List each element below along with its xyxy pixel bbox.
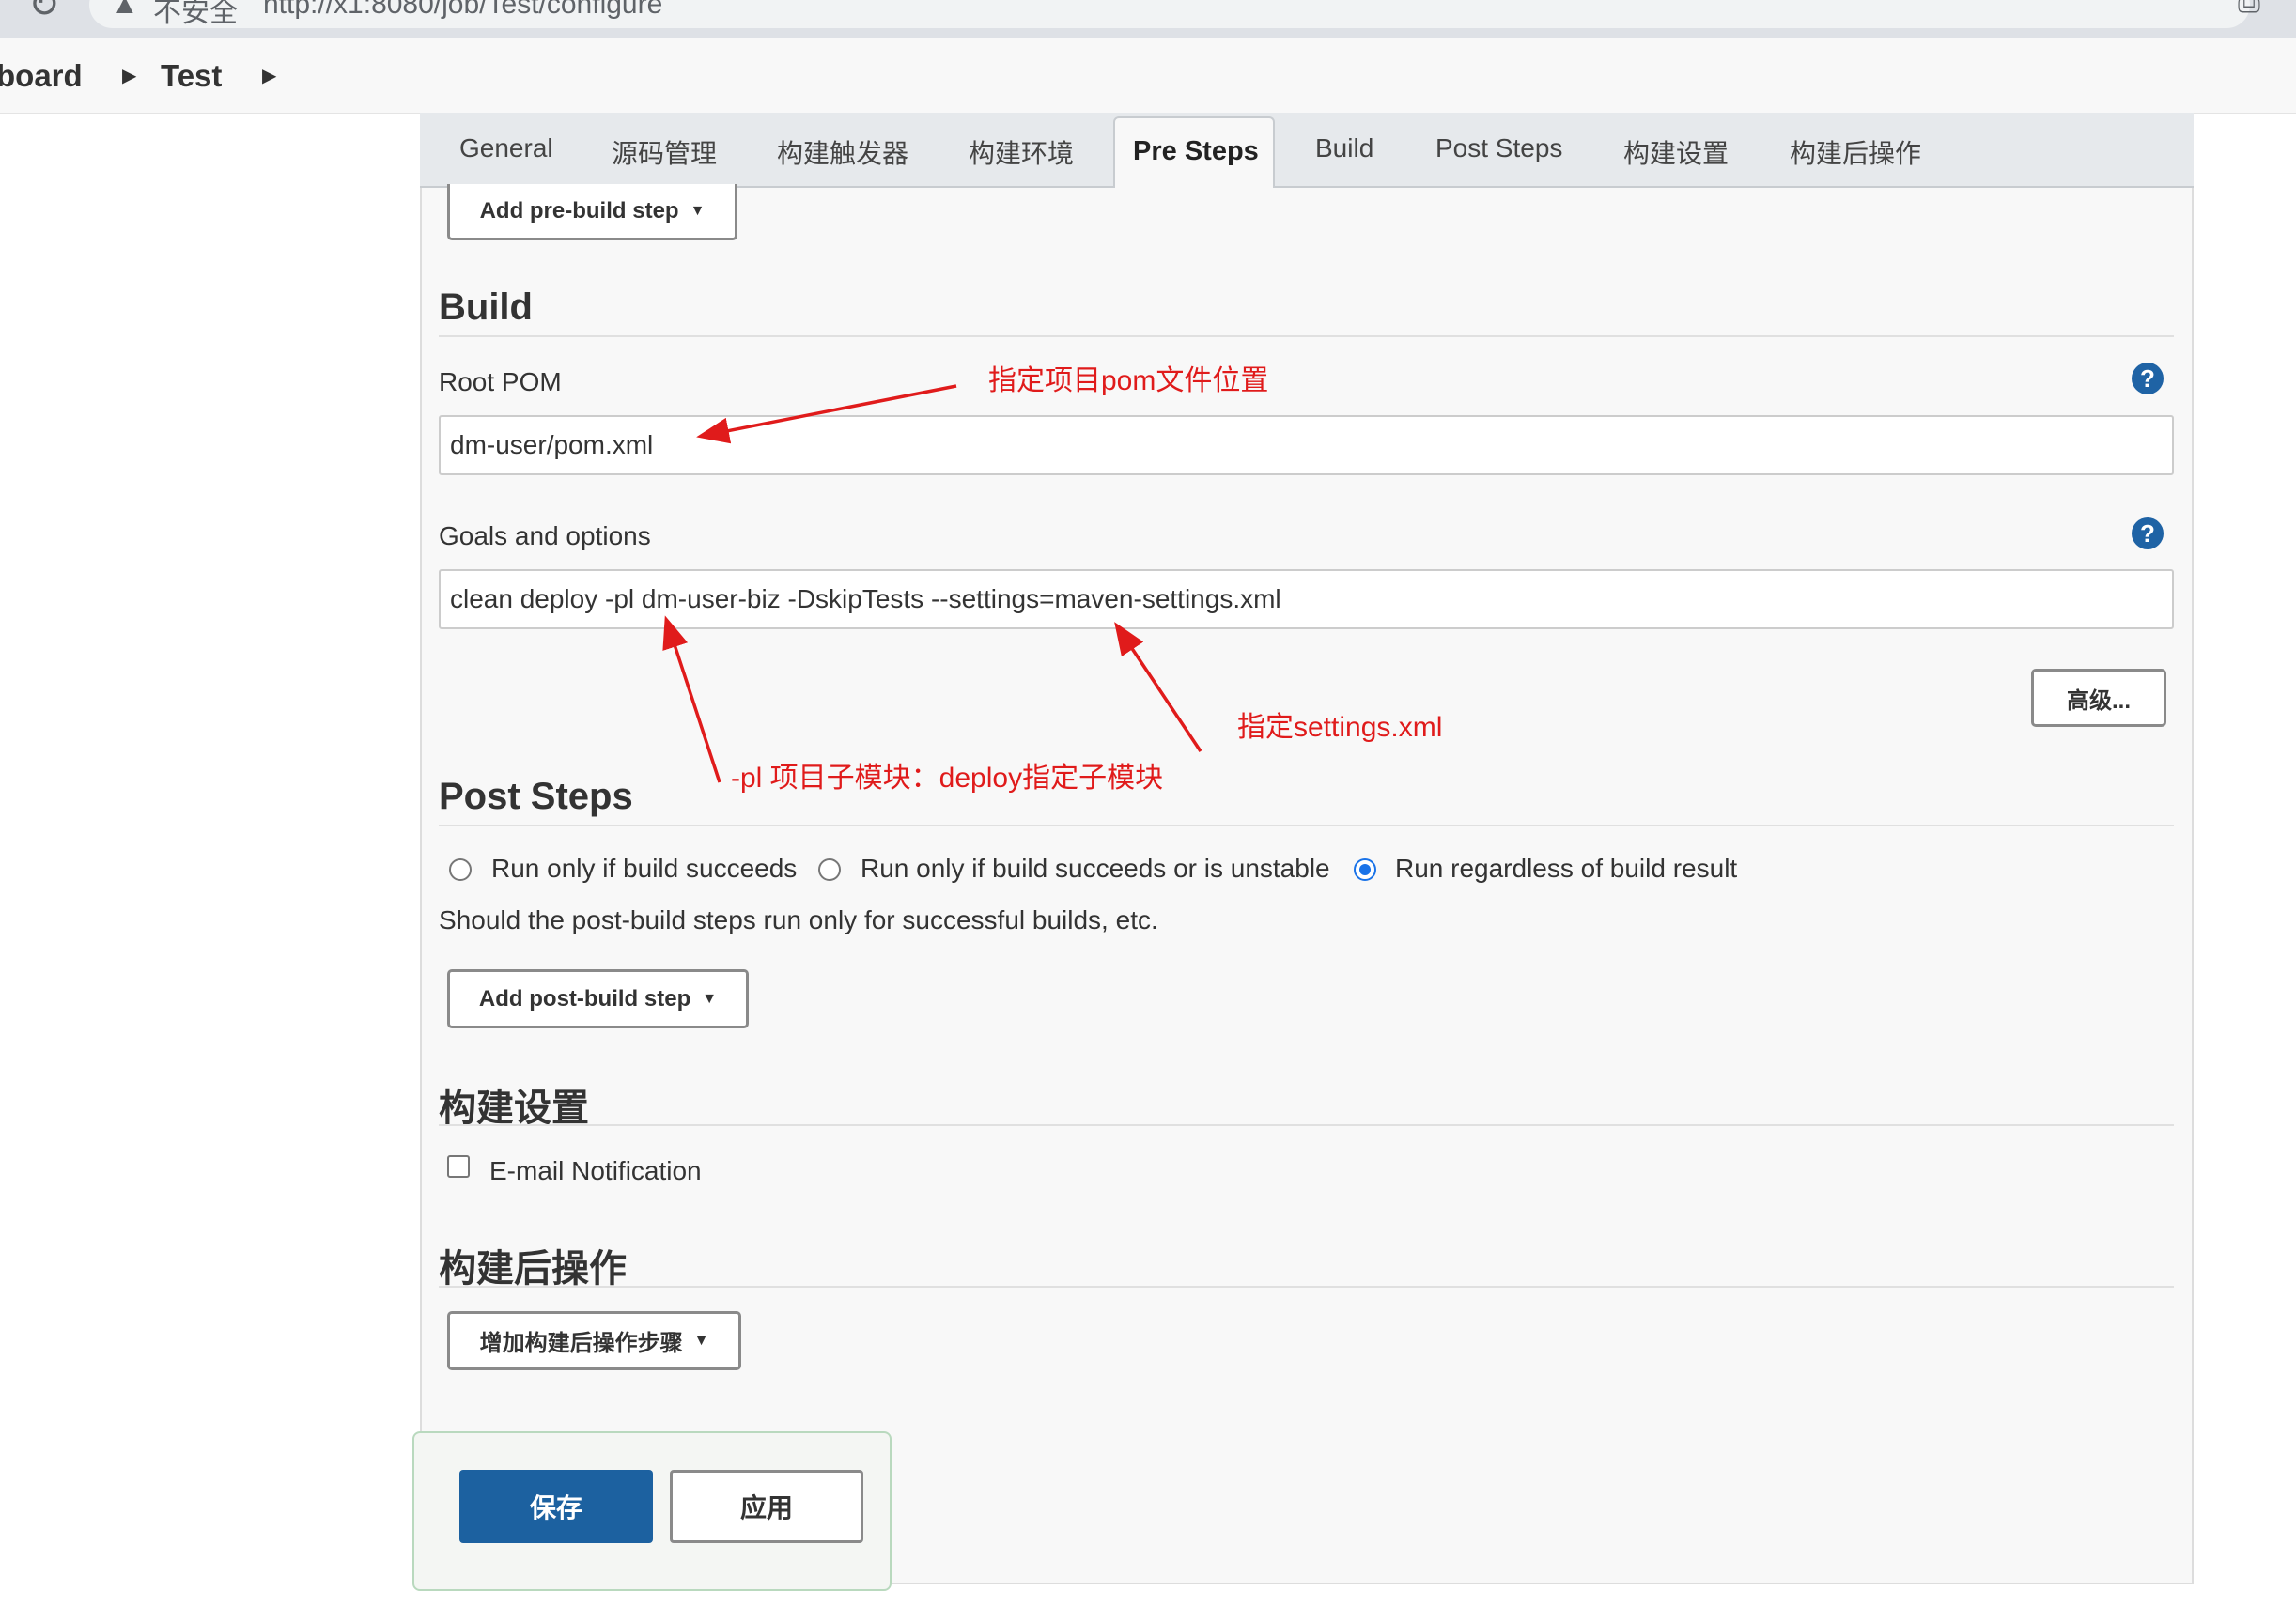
annotation-module: -pl 项目子模块：deploy指定子模块 (731, 763, 1164, 794)
add-pre-build-step-label: Add pre-build step (479, 197, 679, 224)
help-icon[interactable]: ? (2132, 517, 2164, 549)
goals-label: Goals and options (439, 521, 651, 550)
breadcrumb-caret-icon[interactable]: ▶ (262, 64, 276, 87)
tab-pre-steps-label[interactable]: Pre Steps (1133, 136, 1259, 167)
url-text[interactable]: http://x1:8080/job/Test/configure (263, 0, 662, 21)
email-notification-checkbox[interactable] (447, 1155, 470, 1178)
radio-build-succeeds-label[interactable]: Run only if build succeeds (491, 854, 797, 884)
goals-input[interactable]: clean deploy -pl dm-user-biz -DskipTests… (439, 569, 2174, 629)
tab-build-triggers[interactable]: 构建触发器 (777, 133, 908, 171)
email-notification-label[interactable]: E-mail Notification (489, 1156, 702, 1186)
annotation-pom: 指定项目pom文件位置 (988, 365, 1269, 396)
add-post-build-action-label: 增加构建后操作步骤 (479, 1331, 683, 1356)
post-steps-description: Should the post-build steps run only for… (439, 905, 1158, 934)
tab-post-build-actions[interactable]: 构建后操作 (1790, 133, 1921, 171)
save-button[interactable]: 保存 (459, 1470, 653, 1543)
tab-general[interactable]: General (459, 133, 553, 163)
section-divider (439, 1286, 2174, 1288)
post-build-section-title: 构建后操作 (439, 1248, 627, 1289)
tab-build-environment[interactable]: 构建环境 (969, 133, 1074, 171)
radio-succeeds-or-unstable[interactable] (818, 858, 841, 881)
build-section-title: Build (439, 286, 533, 328)
root-pom-label: Root POM (439, 367, 562, 396)
advanced-button-label: 高级... (2066, 687, 2131, 714)
breadcrumb-test[interactable]: Test (161, 58, 222, 94)
add-post-build-step-label: Add post-build step (478, 985, 691, 1011)
post-steps-section-title: Post Steps (439, 776, 633, 817)
radio-regardless[interactable] (1354, 858, 1376, 881)
breadcrumb-caret-icon[interactable]: ▶ (122, 64, 136, 87)
radio-build-succeeds[interactable] (449, 858, 472, 881)
reload-icon[interactable]: ↻ (28, 0, 60, 26)
tab-scm[interactable]: 源码管理 (612, 133, 717, 171)
help-icon[interactable]: ? (2132, 363, 2164, 394)
advanced-button[interactable]: 高级... (2031, 669, 2166, 727)
chevron-down-icon: ▼ (693, 1332, 709, 1349)
warning-icon: ▲ (111, 0, 139, 20)
apply-button[interactable]: 应用 (670, 1470, 863, 1543)
breadcrumb (0, 38, 2296, 114)
add-post-build-action-button[interactable]: 增加构建后操作步骤 ▼ (447, 1311, 741, 1370)
tab-post-steps[interactable]: Post Steps (1435, 133, 1562, 163)
chevron-down-icon: ▼ (702, 990, 718, 1007)
root-pom-input[interactable]: dm-user/pom.xml (439, 415, 2174, 475)
security-label: 不安全 (153, 0, 238, 28)
annotation-settings: 指定settings.xml (1237, 712, 1443, 743)
radio-succeeds-or-unstable-label[interactable]: Run only if build succeeds or is unstabl… (861, 854, 1330, 884)
tab-build-settings[interactable]: 构建设置 (1623, 133, 1729, 171)
section-divider (439, 335, 2174, 337)
breadcrumb-dashboard[interactable]: board (0, 58, 83, 94)
radio-regardless-label[interactable]: Run regardless of build result (1395, 854, 1737, 884)
add-pre-build-step-button[interactable]: Add pre-build step ▼ (447, 184, 737, 240)
section-divider (439, 825, 2174, 826)
add-post-build-step-button[interactable]: Add post-build step ▼ (447, 969, 749, 1028)
tab-build[interactable]: Build (1315, 133, 1373, 163)
share-icon[interactable]: ⎙ (2238, 0, 2260, 19)
section-divider (439, 1124, 2174, 1126)
chevron-down-icon: ▼ (690, 202, 706, 219)
